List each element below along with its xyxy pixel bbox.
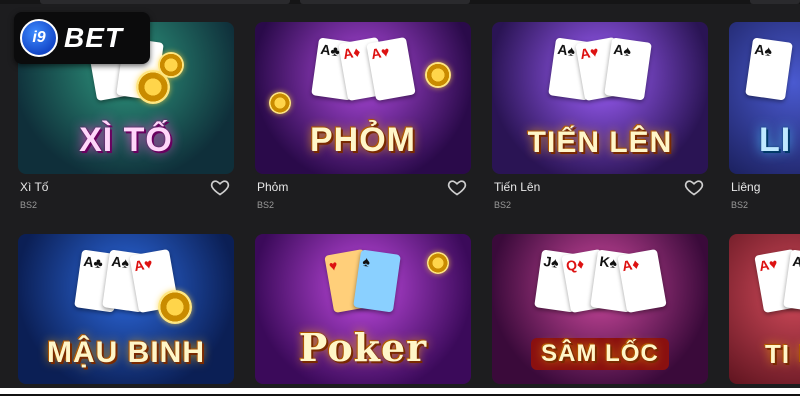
game-art-title: SÂM LỐC <box>531 338 669 370</box>
game-provider: BS2 <box>494 200 512 210</box>
game-card-poker[interactable]: ♥ ♠ Poker <box>255 234 471 384</box>
game-card-tien-len[interactable]: A♠ A♥ A♠ TIẾN LÊN Tiến Lên BS2 <box>492 22 708 218</box>
game-card-mau-binh[interactable]: A♣ A♠ A♥ MẬU BINH <box>18 234 234 384</box>
brand-logo[interactable]: i9 BET <box>14 12 150 64</box>
game-name: Liêng <box>731 180 761 194</box>
game-art-title: Poker <box>298 325 428 370</box>
game-thumbnail[interactable]: J♠ Q♦ K♠ A♦ SÂM LỐC <box>492 234 708 384</box>
game-art-title: PHỎM <box>310 121 416 159</box>
heart-outline-icon[interactable] <box>447 177 467 197</box>
game-art-title: TIẾN LÊN <box>527 126 673 159</box>
game-art-title: LI <box>759 121 792 159</box>
game-provider: BS2 <box>257 200 275 210</box>
game-thumbnail[interactable]: A♥A♠ TI M <box>729 234 800 384</box>
top-tab-edge <box>40 0 290 4</box>
game-name: Tiến Lên <box>494 180 541 194</box>
game-thumbnail[interactable]: A♠ A♥ A♠ TIẾN LÊN <box>492 22 708 174</box>
game-provider: BS2 <box>731 200 749 210</box>
heart-outline-icon[interactable] <box>210 177 230 197</box>
game-card-partial[interactable]: A♥A♠ TI M <box>729 234 800 384</box>
game-thumbnail[interactable]: A♣ A♦ A♥ PHỎM <box>255 22 471 174</box>
game-name: Xì Tố <box>20 180 49 194</box>
game-name: Phỏm <box>257 180 289 194</box>
top-tab-edge <box>300 0 470 4</box>
top-tab-edge <box>750 0 800 4</box>
game-art-title: MẬU BINH <box>47 336 205 369</box>
game-provider: BS2 <box>20 200 38 210</box>
logo-text: BET <box>64 22 123 53</box>
game-thumbnail[interactable]: ♥ ♠ Poker <box>255 234 471 384</box>
game-card-sam-loc[interactable]: J♠ Q♦ K♠ A♦ SÂM LỐC <box>492 234 708 384</box>
top-bar <box>0 0 800 4</box>
heart-outline-icon[interactable] <box>684 177 704 197</box>
game-thumbnail[interactable]: A♣ A♠ A♥ MẬU BINH <box>18 234 234 384</box>
game-card-lieng[interactable]: A♠ LI Liêng BS2 <box>729 22 800 218</box>
game-thumbnail[interactable]: A♠ LI <box>729 22 800 174</box>
game-card-phom[interactable]: A♣ A♦ A♥ PHỎM Phỏm BS2 <box>255 22 471 218</box>
bottom-divider <box>0 394 800 396</box>
game-art-title: TI M <box>765 339 800 369</box>
logo-badge: i9 <box>20 19 58 57</box>
game-art-title: XÌ TỐ <box>79 121 173 159</box>
